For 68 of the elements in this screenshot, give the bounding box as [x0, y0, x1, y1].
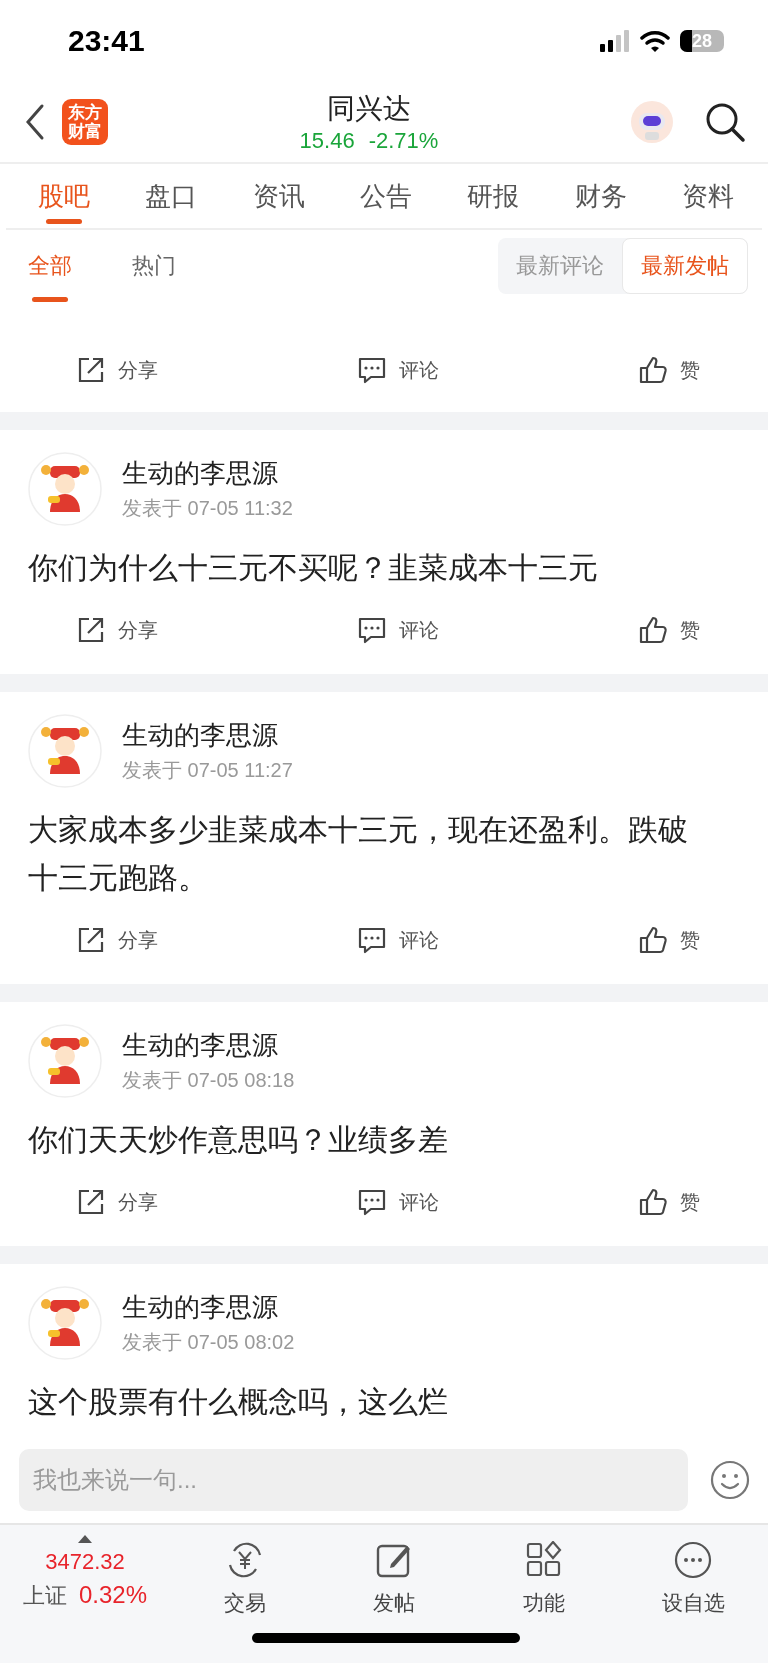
index-change[interactable]: 0.32%: [78, 1581, 148, 1609]
stock-price: 15.46: [299, 128, 355, 154]
author-name[interactable]: 生动的李思源: [122, 1290, 295, 1325]
comment-button[interactable]: 评论: [357, 925, 439, 955]
share-button[interactable]: 分享: [76, 1187, 158, 1217]
like-button[interactable]: 赞: [638, 355, 700, 385]
author-name[interactable]: 生动的李思源: [122, 1028, 295, 1063]
filter-tab[interactable]: 全部: [28, 230, 72, 302]
post-text[interactable]: 你们天天炒作意思吗？业绩多差: [28, 1116, 700, 1164]
comment-button[interactable]: 评论: [357, 1187, 439, 1217]
tab[interactable]: 公告: [360, 164, 412, 228]
share-icon: [76, 615, 106, 645]
like-button[interactable]: 赞: [638, 615, 700, 645]
comment-icon: [357, 1187, 387, 1217]
comment-field[interactable]: 我也来说一句...: [19, 1449, 688, 1511]
post-time: 发表于 07-05 11:27: [122, 758, 293, 783]
wifi-icon: [640, 29, 670, 53]
emoji-icon[interactable]: [710, 1460, 750, 1500]
post-text[interactable]: 这个股票有什么概念吗，这么烂: [28, 1378, 700, 1426]
grid-icon: [524, 1541, 563, 1579]
price-change: -2.71%: [368, 128, 439, 154]
share-button[interactable]: 分享: [76, 925, 158, 955]
thumbs-up-icon: [638, 925, 668, 955]
comment-icon: [357, 615, 387, 645]
comment-button[interactable]: 评论: [357, 355, 439, 385]
comment-icon: [357, 925, 387, 955]
battery-indicator: 28: [680, 30, 724, 52]
thumbs-up-icon: [638, 615, 668, 645]
stock-name: 同兴达: [327, 92, 411, 126]
post-time: 发表于 07-05 11:32: [122, 496, 293, 521]
like-button[interactable]: 赞: [638, 1187, 700, 1217]
search-icon[interactable]: [704, 101, 746, 143]
nav-item[interactable]: 发帖: [319, 1535, 469, 1635]
thumbs-up-icon: [638, 355, 668, 385]
clock: 23:41: [68, 24, 145, 58]
post-time: 发表于 07-05 08:18: [122, 1068, 295, 1093]
tab[interactable]: 盘口: [145, 164, 198, 228]
tab[interactable]: 财务: [574, 164, 627, 228]
author-name[interactable]: 生动的李思源: [122, 456, 293, 491]
post-time: 发表于 07-05 08:02: [122, 1330, 295, 1355]
post-text[interactable]: 你们为什么十三元不买呢？韭菜成本十三元: [28, 544, 700, 592]
signal-icon: [600, 30, 630, 52]
nav-item[interactable]: 功能: [469, 1535, 619, 1635]
tab[interactable]: 研报: [467, 164, 520, 228]
tab[interactable]: 资讯: [252, 164, 305, 228]
index-value[interactable]: 3472.32: [45, 1549, 125, 1575]
share-button[interactable]: 分享: [76, 355, 158, 385]
up-arrow-icon: [78, 1535, 92, 1543]
thumbs-up-icon: [638, 1187, 668, 1217]
comment-icon: [357, 355, 387, 385]
share-icon: [76, 925, 106, 955]
comment-button[interactable]: 评论: [357, 615, 439, 645]
nav-item[interactable]: 设自选: [618, 1535, 768, 1635]
author-name[interactable]: 生动的李思源: [122, 718, 293, 753]
post-text[interactable]: 大家成本多少韭菜成本十三元，现在还盈利。跌破十三元跑路。: [28, 806, 700, 902]
nav-item[interactable]: 交易: [170, 1535, 320, 1635]
more-icon: [674, 1541, 713, 1579]
share-icon: [76, 355, 106, 385]
sort-option[interactable]: 最新发帖: [622, 238, 748, 294]
share-button[interactable]: 分享: [76, 615, 158, 645]
tab[interactable]: 股吧: [38, 164, 90, 228]
tab[interactable]: 资料: [681, 164, 734, 228]
robot-icon[interactable]: [630, 100, 674, 144]
index-name[interactable]: 上证: [22, 1581, 67, 1611]
share-icon: [76, 1187, 106, 1217]
app-logo[interactable]: 东方财富: [62, 99, 108, 145]
like-button[interactable]: 赞: [638, 925, 700, 955]
filter-tab[interactable]: 热门: [132, 230, 176, 302]
